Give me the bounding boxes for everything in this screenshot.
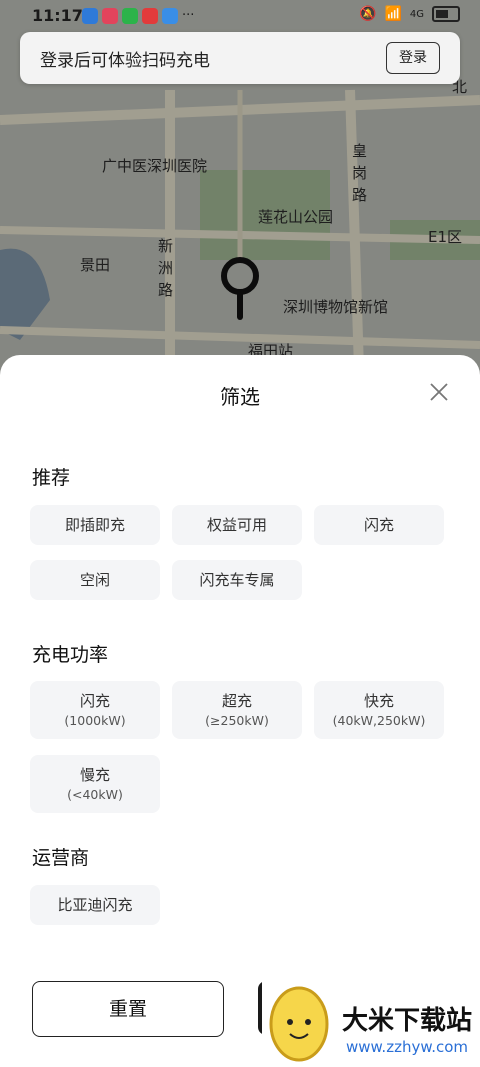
reset-button[interactable]: 重置 bbox=[32, 981, 224, 1037]
app-notification-icon bbox=[142, 8, 158, 24]
chip-idle[interactable]: 空闲 bbox=[30, 560, 160, 600]
filter-sheet: 筛选 推荐 即插即充 权益可用 闪充 空闲 闪充车专属 充电功率 闪充 (100… bbox=[0, 355, 480, 1067]
status-app-icons: ··· bbox=[82, 8, 194, 24]
chip-sub: (1000kW) bbox=[64, 713, 126, 728]
section-title-operator: 运营商 bbox=[32, 847, 90, 869]
chip-power-super[interactable]: 超充 (≥250kW) bbox=[172, 681, 302, 739]
section-title-power: 充电功率 bbox=[32, 644, 109, 666]
chip-label: 慢充 bbox=[79, 766, 110, 784]
battery-icon bbox=[432, 6, 460, 22]
app-notification-icon bbox=[162, 8, 178, 24]
chip-plug-and-charge[interactable]: 即插即充 bbox=[30, 505, 160, 545]
watermark-title: 大米下载站 bbox=[342, 1006, 473, 1036]
more-notifications-icon: ··· bbox=[182, 8, 195, 23]
wechat-icon bbox=[122, 8, 138, 24]
wifi-icon: 📶 bbox=[384, 6, 402, 22]
chip-power-flash[interactable]: 闪充 (1000kW) bbox=[30, 681, 160, 739]
chip-flash-exclusive[interactable]: 闪充车专属 bbox=[172, 560, 302, 600]
chip-sub: (40kW,250kW) bbox=[332, 713, 426, 728]
mascot-logo-icon bbox=[269, 986, 329, 1062]
chip-benefits-available[interactable]: 权益可用 bbox=[172, 505, 302, 545]
section-title-recommend: 推荐 bbox=[32, 467, 71, 489]
mute-icon: 🔕 bbox=[359, 6, 377, 22]
login-button[interactable]: 登录 bbox=[386, 42, 440, 74]
watermark: 大米下载站 www.zzhyw.com bbox=[262, 978, 480, 1067]
chip-power-fast[interactable]: 快充 (40kW,250kW) bbox=[314, 681, 444, 739]
chip-label: 快充 bbox=[363, 692, 394, 710]
sheet-title: 筛选 bbox=[220, 385, 260, 409]
status-bar: 11:17 ··· 🔕 📶 4G bbox=[0, 0, 480, 32]
chip-sub: (<40kW) bbox=[67, 787, 123, 802]
watermark-url: www.zzhyw.com bbox=[346, 1038, 469, 1056]
chip-sub: (≥250kW) bbox=[205, 713, 269, 728]
status-indicators: 🔕 📶 4G bbox=[359, 6, 460, 22]
chip-label: 超充 bbox=[221, 692, 252, 710]
chip-label: 闪充 bbox=[79, 692, 110, 710]
chip-byd-flash[interactable]: 比亚迪闪充 bbox=[30, 885, 160, 925]
close-icon[interactable] bbox=[428, 381, 450, 403]
login-prompt-text: 登录后可体验扫码充电 bbox=[40, 51, 210, 71]
chip-power-slow[interactable]: 慢充 (<40kW) bbox=[30, 755, 160, 813]
chip-flash-charge[interactable]: 闪充 bbox=[314, 505, 444, 545]
app-notification-icon bbox=[82, 8, 98, 24]
app-notification-icon bbox=[102, 8, 118, 24]
network-type: 4G bbox=[409, 8, 424, 20]
status-time: 11:17 bbox=[32, 6, 83, 25]
login-banner: 登录后可体验扫码充电 登录 bbox=[20, 32, 460, 84]
